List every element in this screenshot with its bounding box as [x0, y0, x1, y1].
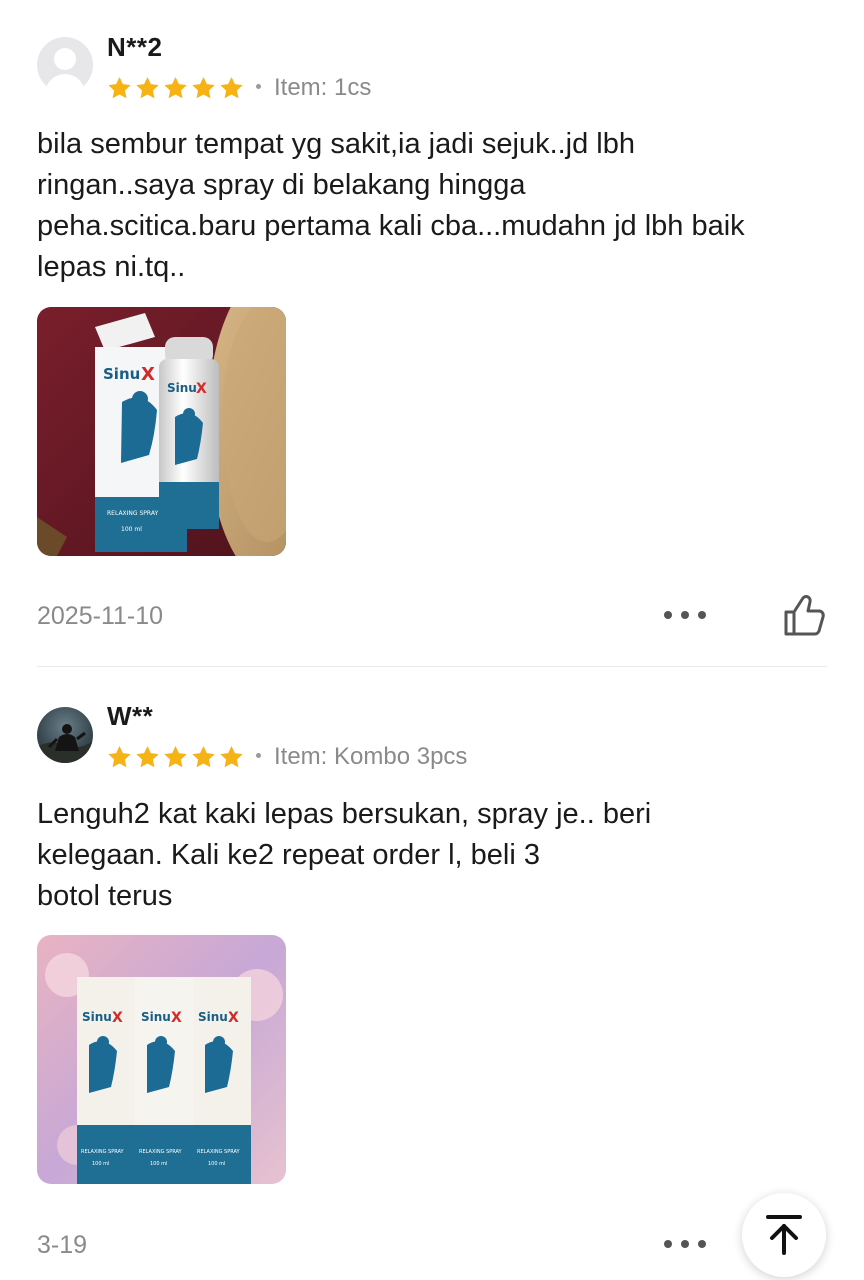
- user-avatar[interactable]: [37, 37, 93, 93]
- more-horizontal-icon: [664, 611, 672, 619]
- svg-text:RELAXING SPRAY: RELAXING SPRAY: [139, 1149, 183, 1155]
- svg-text:Sinu: Sinu: [198, 1010, 228, 1024]
- svg-text:100 ml: 100 ml: [150, 1161, 167, 1167]
- review-text: Lenguh2 kat kaki lepas bersukan, spray j…: [37, 794, 837, 917]
- svg-text:RELAXING SPRAY: RELAXING SPRAY: [107, 510, 158, 517]
- svg-text:X: X: [112, 1010, 123, 1026]
- item-variant: Item: 1cs: [256, 74, 371, 102]
- more-horizontal-icon: [664, 1240, 672, 1248]
- review-divider: [37, 666, 827, 667]
- svg-text:RELAXING SPRAY: RELAXING SPRAY: [197, 1149, 241, 1155]
- svg-text:Sinu: Sinu: [167, 381, 197, 395]
- back-to-top-button[interactable]: [742, 1193, 826, 1277]
- more-options-button[interactable]: [664, 608, 706, 622]
- star-rating: [106, 744, 245, 770]
- review-text-line: kelegaan. Kali ke2 repeat order l, beli …: [37, 839, 540, 871]
- review-photo[interactable]: Sinu X RELAXING SPRAY 100 ml Sinu X: [37, 307, 286, 556]
- star-icon: [108, 76, 131, 99]
- svg-text:100 ml: 100 ml: [92, 1161, 109, 1167]
- thumbs-up-icon: [784, 595, 825, 636]
- star-icon: [164, 76, 187, 99]
- review-text-line: ringan..saya spray di belakang hingga: [37, 169, 526, 201]
- review-text-line: botol terus: [37, 880, 173, 912]
- review-photo[interactable]: Sinu X RELAXING SPRAY 100 ml Sinu X RELA…: [37, 935, 286, 1184]
- item-variant-label: Item: 1cs: [274, 74, 372, 101]
- svg-text:Sinu: Sinu: [141, 1010, 171, 1024]
- star-icon: [192, 745, 215, 768]
- star-icon: [220, 76, 243, 99]
- svg-text:X: X: [228, 1010, 239, 1026]
- svg-text:X: X: [141, 364, 155, 385]
- review-date: 2025-11-10: [37, 602, 164, 630]
- svg-text:Sinu: Sinu: [103, 365, 140, 383]
- review-text-line: Lenguh2 kat kaki lepas bersukan, spray j…: [37, 798, 652, 830]
- star-icon: [136, 76, 159, 99]
- star-icon: [136, 745, 159, 768]
- star-icon: [108, 745, 131, 768]
- star-icon: [220, 745, 243, 768]
- arrow-up-to-line-icon: [766, 1215, 802, 1255]
- review-text: bila sembur tempat yg sakit,ia jadi seju…: [37, 124, 837, 288]
- svg-text:RELAXING SPRAY: RELAXING SPRAY: [81, 1149, 125, 1155]
- user-avatar[interactable]: [37, 707, 93, 763]
- item-variant: Item: Kombo 3pcs: [256, 743, 467, 771]
- star-icon: [192, 76, 215, 99]
- svg-text:X: X: [196, 381, 207, 397]
- item-variant-label: Item: Kombo 3pcs: [274, 743, 468, 770]
- like-button[interactable]: [780, 591, 828, 639]
- more-options-button[interactable]: [664, 1237, 706, 1251]
- svg-text:Sinu: Sinu: [82, 1010, 112, 1024]
- review-username: N**2: [107, 32, 163, 62]
- review-text-line: bila sembur tempat yg sakit,ia jadi seju…: [37, 128, 636, 160]
- svg-text:100 ml: 100 ml: [121, 526, 142, 533]
- review-text-line: peha.scitica.baru pertama kali cba...mud…: [37, 210, 745, 242]
- svg-text:100 ml: 100 ml: [208, 1161, 225, 1167]
- svg-text:X: X: [171, 1010, 182, 1026]
- separator-dot: [256, 84, 261, 90]
- star-rating: [106, 75, 245, 101]
- separator-dot: [256, 753, 261, 759]
- star-icon: [164, 745, 187, 768]
- review-date: 3-19: [37, 1231, 88, 1259]
- review-text-line: lepas ni.tq..: [37, 251, 186, 283]
- review-username: W**: [107, 701, 154, 731]
